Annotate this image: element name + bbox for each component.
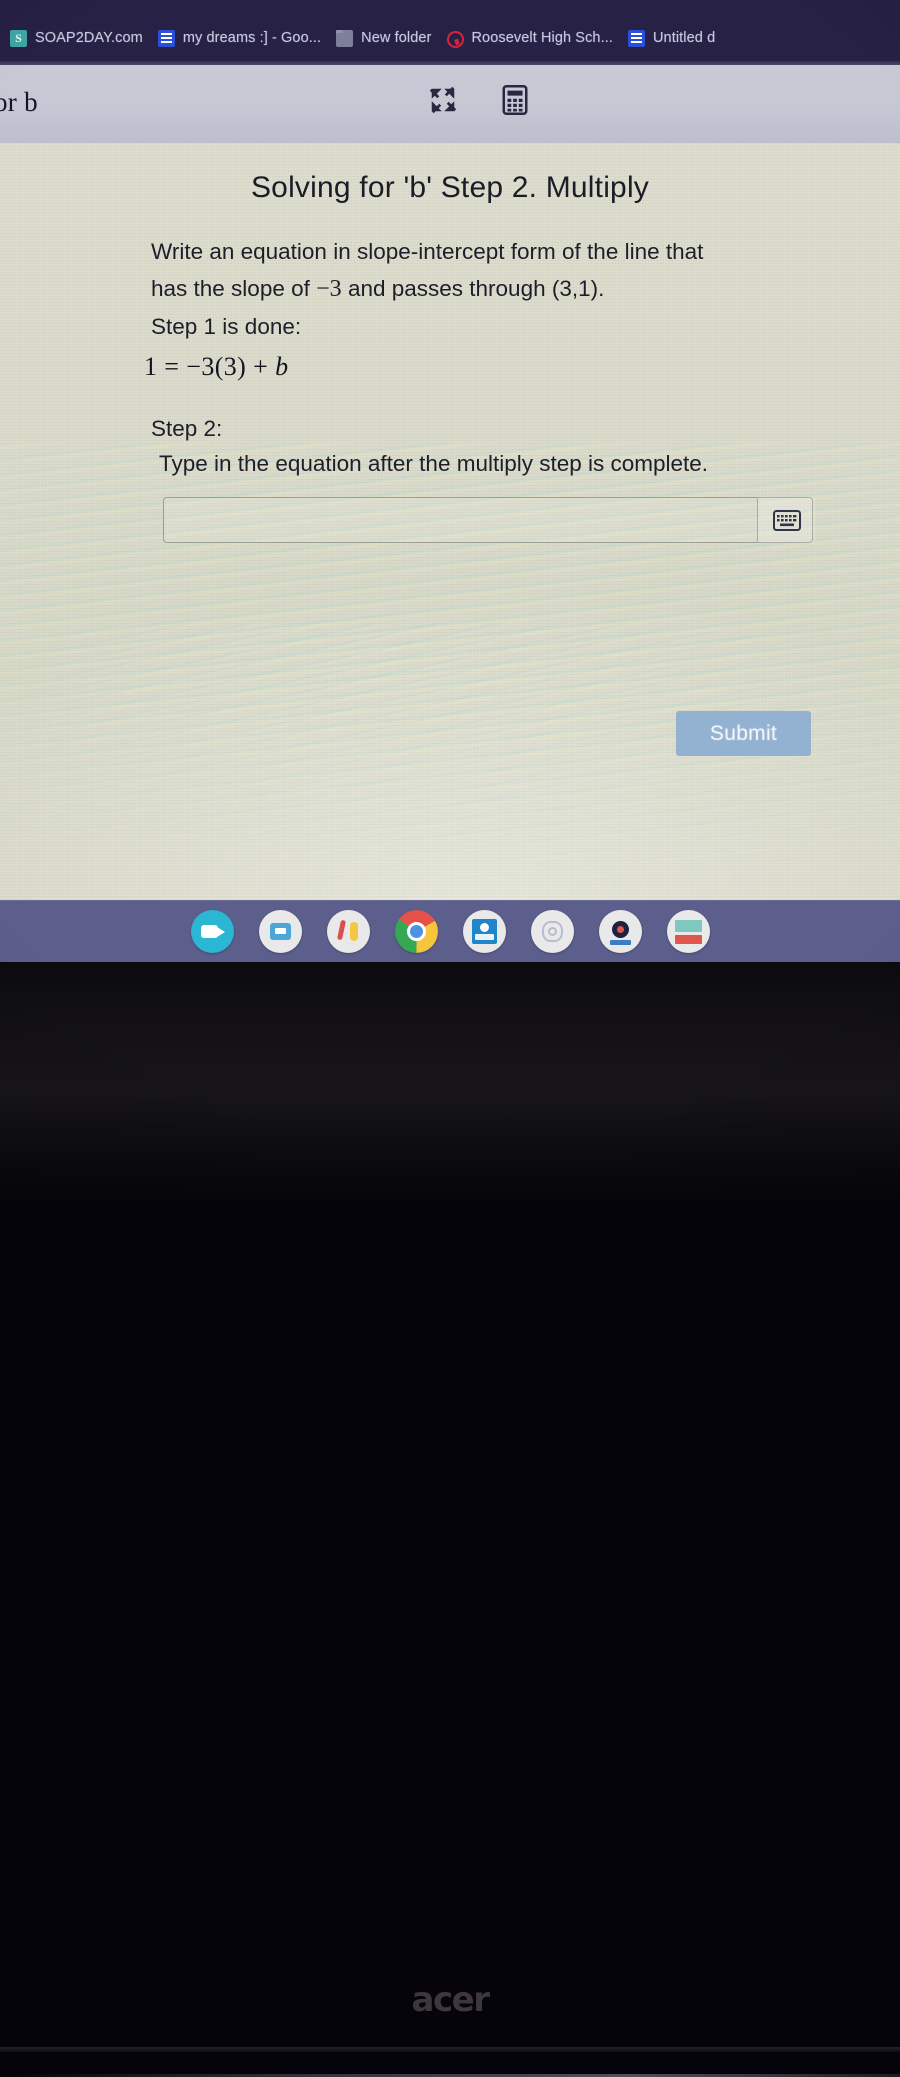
step1-equation: 1 = −3(3) + b — [144, 348, 841, 385]
acer-logo: acer — [411, 1980, 490, 2020]
opera-ring-icon — [446, 30, 465, 48]
camera-app-icon[interactable] — [190, 909, 234, 953]
bookmark-label: my dreams :] - Goo... — [182, 30, 322, 46]
toolbar-actions — [428, 85, 536, 119]
flower-app-icon[interactable] — [530, 909, 574, 953]
bezel-seam — [0, 2047, 900, 2052]
chrome-app-icon[interactable] — [394, 909, 438, 953]
exercise-content: Solving for 'b' Step 2. Multiply Write a… — [0, 143, 900, 900]
bookmark-untitled-doc[interactable]: Untitled d — [622, 24, 724, 52]
step1-equation-lhs: 1 = −3(3) + — [144, 352, 276, 381]
google-docs-icon — [157, 29, 175, 47]
bookmark-roosevelt-high-school[interactable]: Roosevelt High Sch... — [440, 24, 622, 52]
submit-button[interactable]: Submit — [676, 711, 811, 756]
page-title: Solving for 'b' Step 2. Multiply — [250, 171, 650, 204]
folder-icon — [336, 29, 354, 47]
bookmark-label: Roosevelt High Sch... — [471, 30, 613, 46]
classroom-app-icon[interactable] — [462, 909, 506, 953]
google-docs-icon — [627, 29, 645, 47]
soap2day-icon: S — [10, 29, 27, 47]
laptop-bezel: acer — [0, 962, 900, 2077]
bookmark-label: SOAP2DAY.com — [35, 30, 143, 46]
bookmark-my-dreams[interactable]: my dreams :] - Goo... — [152, 24, 330, 52]
laptop-screen-photo: S SOAP2DAY.com my dreams :] - Goo... New… — [0, 0, 900, 2077]
keyboard-icon[interactable] — [757, 497, 815, 543]
bookmark-label: New folder — [361, 30, 432, 46]
step2-block: Step 2: Type in the equation after the m… — [151, 411, 851, 481]
slope-value: −3 — [316, 276, 342, 302]
prompt-line-2-before: has the slope of — [151, 276, 310, 301]
fullscreen-icon[interactable] — [428, 85, 462, 119]
screencast-app-icon[interactable] — [258, 909, 302, 953]
bookmark-label: Untitled d — [652, 30, 716, 46]
step2-instruction: Type in the equation after the multiply … — [159, 451, 709, 476]
shelf-icons — [0, 900, 900, 962]
bookmarks-bar: S SOAP2DAY.com my dreams :] - Goo... New… — [0, 0, 900, 65]
step1-label: Step 1 is done: — [151, 314, 302, 339]
toolbar-title: or b — [0, 87, 38, 117]
exercise-toolbar: or b — [0, 65, 900, 146]
question-prompt: Write an equation in slope-intercept for… — [144, 233, 841, 385]
quiz-app-icon[interactable] — [666, 909, 710, 953]
step1-equation-variable: b — [275, 352, 289, 381]
prompt-line-2: has the slope of −3 and passes through (… — [151, 270, 841, 308]
answer-row — [163, 497, 815, 545]
prompt-line-2-after: and passes through (3,1). — [347, 276, 605, 301]
answer-input[interactable] — [163, 497, 813, 543]
prompt-line-1: Write an equation in slope-intercept for… — [151, 239, 704, 264]
bookmarks-list: S SOAP2DAY.com my dreams :] - Goo... New… — [4, 24, 724, 52]
bookmark-new-folder[interactable]: New folder — [330, 24, 440, 52]
paint-app-icon[interactable] — [326, 909, 370, 953]
step2-label: Step 2: — [151, 416, 223, 441]
settings-app-icon[interactable] — [598, 909, 642, 953]
chromeos-shelf — [0, 900, 900, 962]
calculator-icon[interactable] — [502, 85, 536, 119]
bookmark-soap2day[interactable]: S SOAP2DAY.com — [4, 24, 152, 52]
